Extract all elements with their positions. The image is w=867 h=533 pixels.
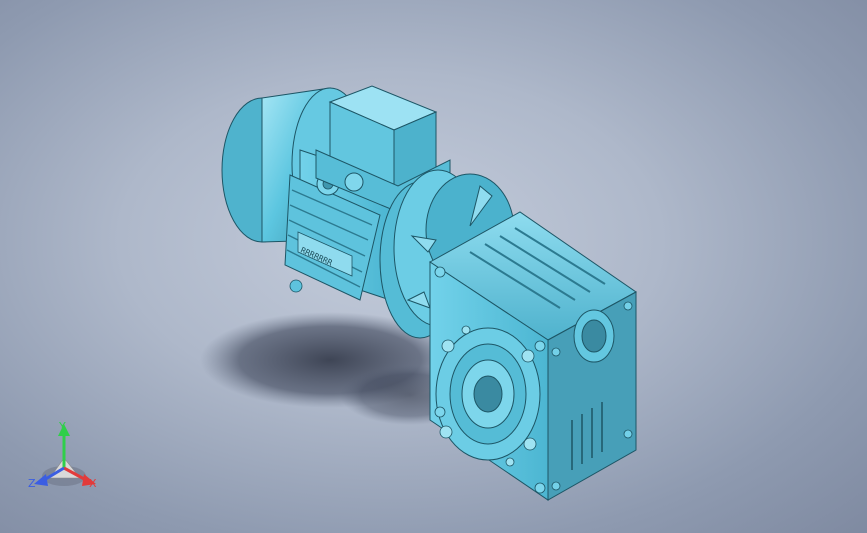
- 3d-viewport[interactable]: RRRRRRR Y X Z: [0, 0, 867, 533]
- triad-z-label: Z: [28, 477, 36, 490]
- view-triad[interactable]: Y X Z: [0, 0, 867, 533]
- triad-y-label: Y: [58, 420, 66, 433]
- triad-x-label: X: [89, 477, 97, 490]
